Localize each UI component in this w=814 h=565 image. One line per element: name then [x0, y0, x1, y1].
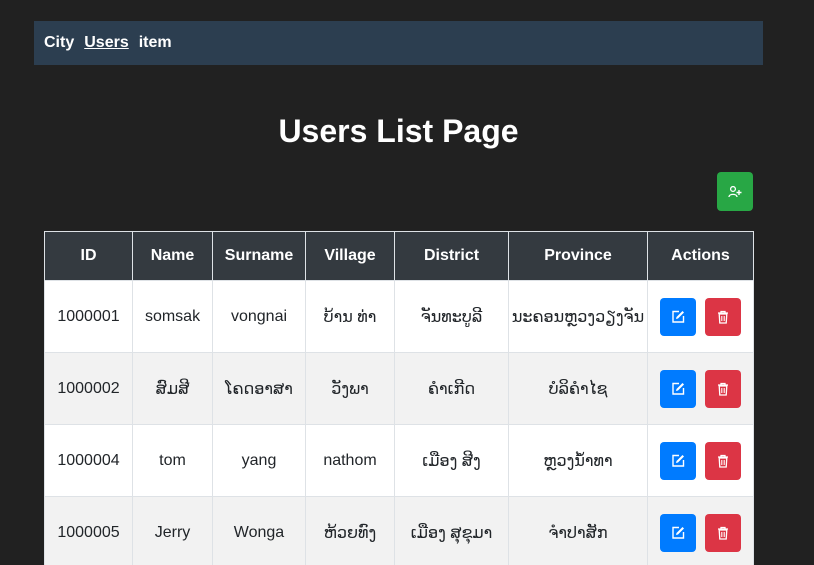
column-header-actions: Actions [647, 231, 754, 281]
edit-icon [672, 526, 685, 539]
cell-actions [647, 352, 754, 425]
cell-district: ຈັນທະບູລີ [394, 280, 509, 353]
cell-province: ນະຄອນຫຼວງວຽງຈັນ [508, 280, 648, 353]
trash-icon [717, 310, 728, 324]
table-row: 1000002 ສົມສີ ໂຄດອາສາ ວັງພາ ຄຳເກີດ ບໍລິຄ… [44, 352, 754, 425]
cell-actions [647, 280, 754, 353]
edit-button[interactable] [660, 441, 697, 480]
table-header-row: ID Name Surname Village District Provinc… [44, 231, 754, 281]
column-header-id: ID [44, 231, 133, 281]
cell-name: somsak [132, 280, 213, 353]
cell-district: ເມືອງ ສີງ [394, 424, 509, 497]
cell-district: ເມືອງ ສຸຂຸມາ [394, 496, 509, 565]
cell-actions [647, 424, 754, 497]
cell-id: 1000001 [44, 280, 133, 353]
add-user-button[interactable] [717, 172, 753, 211]
users-table: ID Name Surname Village District Provinc… [44, 231, 754, 565]
table-row: 1000001 somsak vongnai ບ້ານ ທ່າ ຈັນທະບູລ… [44, 280, 754, 353]
user-plus-icon [728, 185, 742, 197]
cell-village: nathom [305, 424, 395, 497]
edit-icon [672, 454, 685, 467]
column-header-name: Name [132, 231, 213, 281]
cell-district: ຄຳເກີດ [394, 352, 509, 425]
cell-id: 1000005 [44, 496, 133, 565]
table-row: 1000005 Jerry Wonga ຫ້ວຍທົງ ເມືອງ ສຸຂຸມາ… [44, 496, 754, 565]
page-title: Users List Page [278, 113, 519, 149]
cell-name: ສົມສີ [132, 352, 213, 425]
delete-button[interactable] [704, 297, 741, 336]
cell-surname: yang [212, 424, 306, 497]
trash-icon [717, 454, 728, 468]
trash-icon [717, 382, 728, 396]
cell-surname: ໂຄດອາສາ [212, 352, 306, 425]
column-header-surname: Surname [212, 231, 306, 281]
cell-province: ຫຼວງນໍ້າທາ [508, 424, 648, 497]
cell-village: ວັງພາ [305, 352, 395, 425]
edit-icon [672, 382, 685, 395]
cell-village: ບ້ານ ທ່າ [305, 280, 395, 353]
delete-button[interactable] [704, 369, 741, 408]
table-row: 1000004 tom yang nathom ເມືອງ ສີງ ຫຼວງນໍ… [44, 424, 754, 497]
nav-link-item[interactable]: item [139, 34, 172, 52]
edit-button[interactable] [660, 369, 697, 408]
cell-name: tom [132, 424, 213, 497]
delete-button[interactable] [704, 441, 741, 480]
cell-actions [647, 496, 754, 565]
cell-province: ຈໍາປາສັກ [508, 496, 648, 565]
edit-button[interactable] [660, 297, 697, 336]
cell-id: 1000002 [44, 352, 133, 425]
cell-province: ບໍລິຄໍາໄຊ [508, 352, 648, 425]
column-header-village: Village [305, 231, 395, 281]
delete-button[interactable] [704, 513, 741, 552]
edit-button[interactable] [660, 513, 697, 552]
navbar: City Users item [34, 21, 763, 65]
trash-icon [717, 526, 728, 540]
column-header-district: District [394, 231, 509, 281]
nav-link-city[interactable]: City [44, 34, 74, 52]
cell-surname: vongnai [212, 280, 306, 353]
edit-icon [672, 310, 685, 323]
cell-id: 1000004 [44, 424, 133, 497]
cell-surname: Wonga [212, 496, 306, 565]
nav-link-users[interactable]: Users [84, 34, 128, 52]
column-header-province: Province [508, 231, 648, 281]
cell-name: Jerry [132, 496, 213, 565]
cell-village: ຫ້ວຍທົງ [305, 496, 395, 565]
